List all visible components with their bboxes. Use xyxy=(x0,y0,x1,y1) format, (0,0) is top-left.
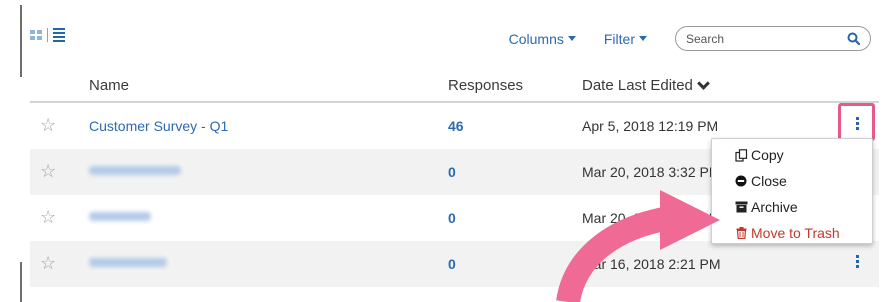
more-options-icon[interactable] xyxy=(850,255,864,268)
trash-icon xyxy=(734,227,748,239)
star-icon[interactable]: ☆ xyxy=(40,162,56,180)
copy-icon xyxy=(734,148,748,162)
star-icon[interactable]: ☆ xyxy=(40,116,56,134)
responses-count[interactable]: 0 xyxy=(448,256,456,272)
table-row[interactable]: ☆ 0 Mar 16, 2018 2:21 PM xyxy=(30,241,879,287)
row-actions-menu: Copy Close Archive Move to Trash xyxy=(711,138,873,244)
survey-name-link[interactable]: Customer Survey - Q1 xyxy=(89,118,228,134)
search-box xyxy=(675,26,871,51)
menu-item-close[interactable]: Close xyxy=(712,168,872,194)
menu-item-close-label: Close xyxy=(751,173,787,189)
list-view-icon[interactable] xyxy=(53,28,65,42)
date-last-edited: Mar 20, 2018 3:32 PM xyxy=(582,164,721,180)
pointer-arrow-graphic xyxy=(556,190,720,302)
caret-down-icon xyxy=(567,36,576,41)
left-border-line xyxy=(20,262,22,302)
archive-icon xyxy=(734,201,748,213)
column-header-date-label: Date Last Edited xyxy=(582,77,693,94)
filter-label: Filter xyxy=(603,30,635,47)
date-last-edited: Apr 5, 2018 12:19 PM xyxy=(582,118,719,134)
minus-circle-icon xyxy=(734,175,748,187)
columns-dropdown[interactable]: Columns xyxy=(509,31,576,47)
menu-item-copy[interactable]: Copy xyxy=(712,142,872,168)
survey-name-link[interactable] xyxy=(89,166,181,175)
filter-dropdown[interactable]: Filter xyxy=(604,31,647,47)
caret-down-icon xyxy=(639,36,647,41)
view-toggle xyxy=(30,28,65,42)
menu-item-move-to-trash[interactable]: Move to Trash xyxy=(712,220,872,246)
column-header-date[interactable]: Date Last Edited xyxy=(582,77,710,94)
responses-count[interactable]: 0 xyxy=(448,164,456,180)
search-input[interactable] xyxy=(686,31,826,46)
responses-count[interactable]: 0 xyxy=(448,210,456,226)
grid-view-icon[interactable] xyxy=(30,30,42,40)
survey-name-link[interactable] xyxy=(89,212,151,221)
more-options-highlight xyxy=(838,103,875,141)
responses-count[interactable]: 46 xyxy=(448,118,464,134)
view-toggle-divider xyxy=(47,28,48,42)
toolbar: Columns Filter xyxy=(509,26,871,51)
columns-label: Columns xyxy=(508,30,564,47)
menu-item-copy-label: Copy xyxy=(751,147,784,163)
menu-item-move-to-trash-label: Move to Trash xyxy=(751,225,840,241)
search-icon[interactable] xyxy=(847,32,860,45)
star-icon[interactable]: ☆ xyxy=(40,208,56,226)
survey-name-link[interactable] xyxy=(89,258,167,267)
star-icon[interactable]: ☆ xyxy=(40,254,56,272)
column-header-name[interactable]: Name xyxy=(89,77,129,94)
chevron-down-icon xyxy=(697,77,710,90)
column-header-responses[interactable]: Responses xyxy=(448,77,523,94)
left-border-line xyxy=(20,5,22,77)
menu-item-archive[interactable]: Archive xyxy=(712,194,872,220)
menu-item-archive-label: Archive xyxy=(751,199,798,215)
